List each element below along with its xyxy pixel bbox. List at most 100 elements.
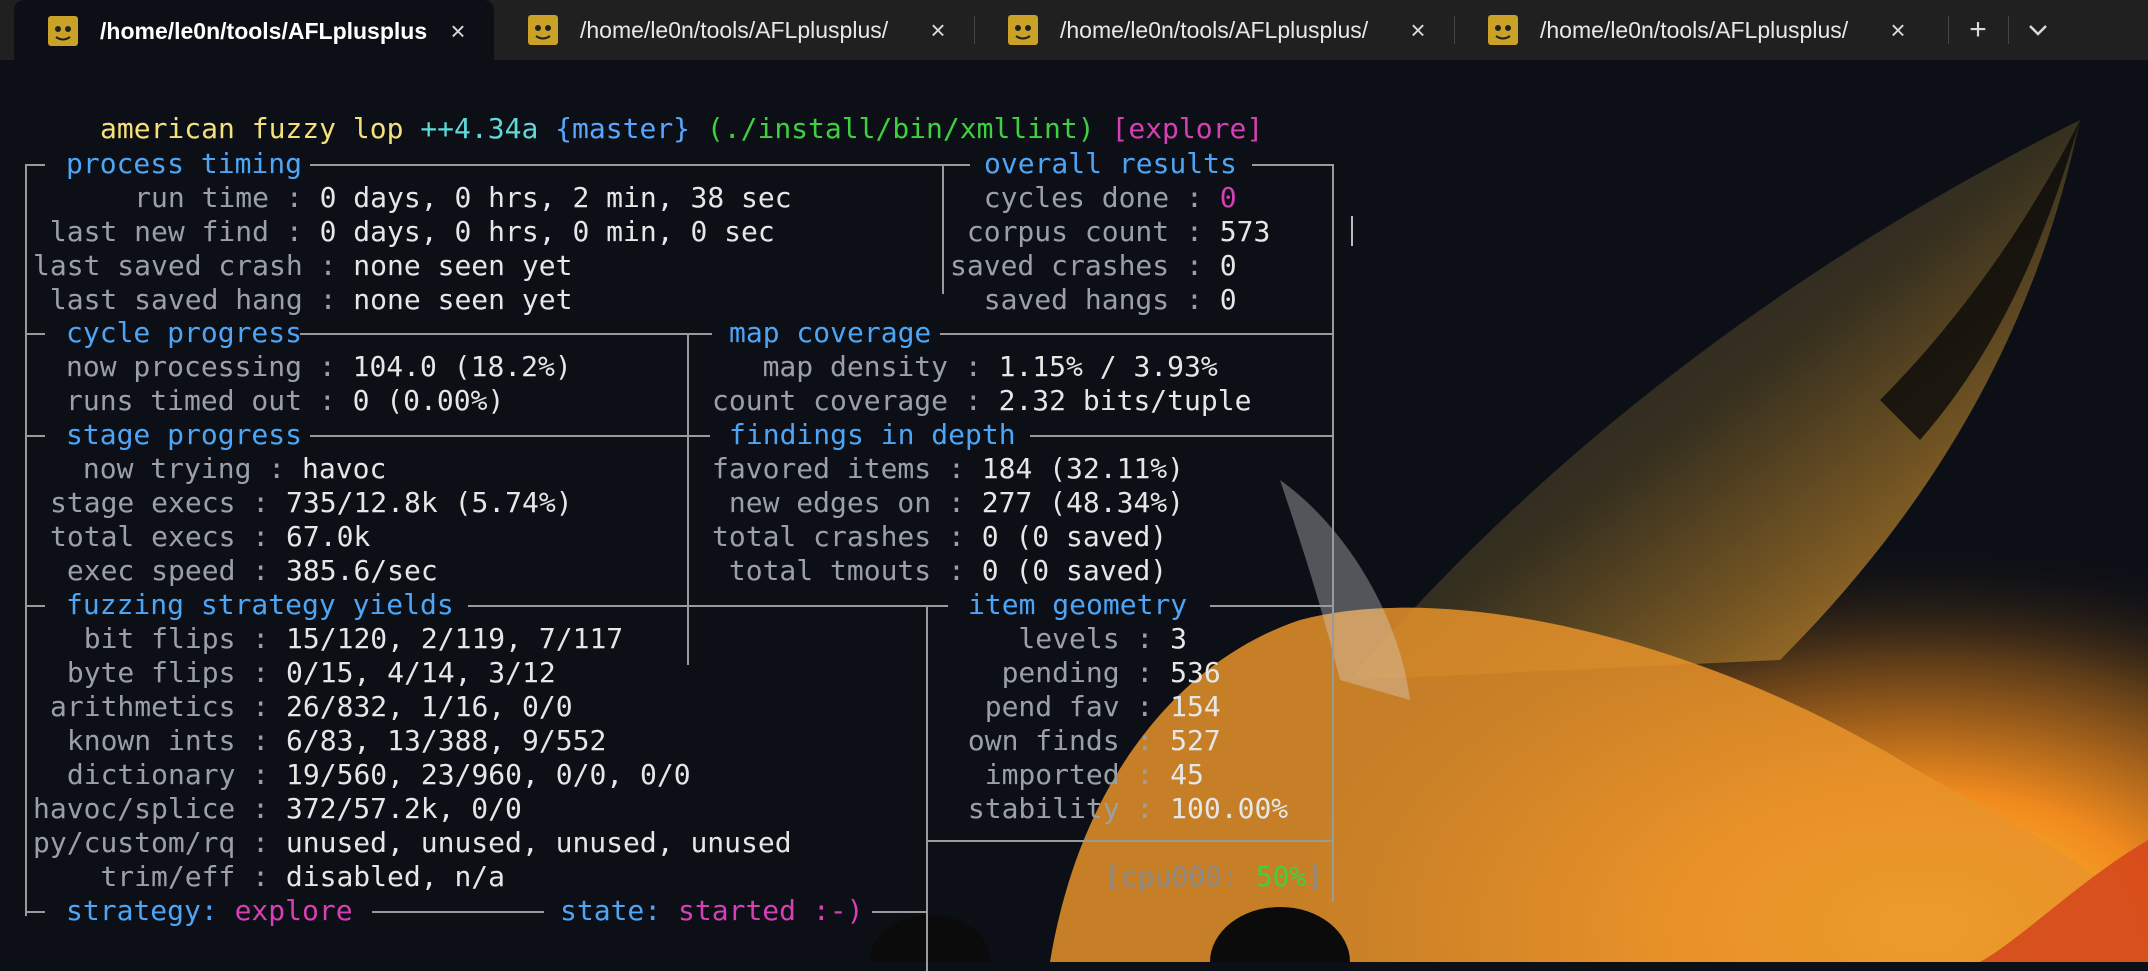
tab-title: /home/le0n/tools/AFLplusplus/ [580, 16, 889, 43]
tab-1[interactable]: /home/le0n/tools/AFLplusplus × [14, 0, 494, 62]
stat-row: stage execs : 735/12.8k (5.74%) [50, 486, 573, 519]
stat-value: 277 (48.34%) [981, 486, 1185, 519]
tab-bar: /home/le0n/tools/AFLplusplus × /home/le0… [0, 0, 2148, 62]
border-line [872, 911, 928, 913]
stat-row: saved hangs : 0 [950, 283, 1237, 316]
stat-row: count coverage : 2.32 bits/tuple [712, 384, 1252, 417]
stat-row: known ints : 6/83, 13/388, 9/552 [50, 724, 607, 757]
fuzzing-strategy-yields-header: fuzzing strategy yields [66, 588, 454, 621]
stat-row: byte flips : 0/15, 4/14, 3/12 [50, 656, 556, 689]
stat-label: saved crashes [950, 249, 1170, 282]
stat-label: bit flips [50, 622, 236, 655]
banner-mode: [explore] [1111, 112, 1264, 145]
stat-label: count coverage [712, 384, 949, 417]
stat-value: 1.15% / 3.93% [998, 350, 1218, 383]
stage-progress-header: stage progress [66, 418, 303, 451]
stat-row: arithmetics : 26/832, 1/16, 0/0 [50, 690, 573, 723]
stat-value: 573 [1219, 215, 1271, 248]
new-tab-button[interactable]: + [1950, 0, 2006, 60]
stat-row: cycles done : 0 [950, 181, 1237, 214]
stat-label: total execs [50, 520, 236, 553]
terminal-profile-icon [48, 16, 78, 46]
banner-version: ++4.34a [420, 112, 539, 145]
stat-row: imported : 45 [951, 758, 1204, 791]
stat-label: imported [951, 758, 1120, 791]
stat-label: own finds [951, 724, 1120, 757]
tab-title: /home/le0n/tools/AFLplusplus/ [1540, 16, 1849, 43]
text-cursor [1351, 216, 1353, 246]
stat-row: favored items : 184 (32.11%) [712, 452, 1185, 485]
stat-row: bit flips : 15/120, 2/119, 7/117 [50, 622, 624, 655]
overall-results-header: overall results [984, 147, 1237, 180]
close-icon[interactable]: × [1878, 15, 1918, 46]
stat-label: pending [951, 656, 1120, 689]
close-icon[interactable]: × [1398, 15, 1438, 46]
stat-value: none seen yet [353, 249, 573, 282]
border-line [468, 605, 948, 607]
stat-row: exec speed : 385.6/sec [50, 554, 438, 587]
tab-dropdown-button[interactable] [2010, 0, 2066, 60]
tab-2[interactable]: /home/le0n/tools/AFLplusplus/ × [494, 0, 974, 60]
chevron-down-icon [2029, 25, 2047, 36]
tab-4[interactable]: /home/le0n/tools/AFLplusplus/ × [1454, 0, 1934, 60]
strategy-status: strategy: explore [66, 894, 353, 928]
stat-value: 0/15, 4/14, 3/12 [286, 656, 556, 689]
item-geometry-header: item geometry [968, 588, 1188, 621]
stat-row: pending : 536 [951, 656, 1221, 689]
stat-row: trim/eff : disabled, n/a [33, 860, 506, 893]
stat-value: 100.00% [1170, 792, 1289, 825]
stat-label: runs timed out [66, 384, 303, 417]
stat-value: 2.32 bits/tuple [998, 384, 1252, 417]
border-line [1210, 605, 1334, 607]
stat-label: last saved hang [33, 283, 303, 316]
stat-label: exec speed [50, 554, 236, 587]
stat-value: havoc [302, 452, 387, 485]
map-coverage-header: map coverage [729, 316, 932, 349]
stat-label: cycles done [950, 181, 1170, 214]
stat-label: map density [712, 350, 949, 383]
stat-label: now trying [66, 452, 252, 485]
stat-row: corpus count : 573 [950, 215, 1271, 248]
stat-value: 45 [1170, 758, 1204, 791]
stat-row: stability : 100.00% [951, 792, 1289, 825]
stat-value: 6/83, 13/388, 9/552 [286, 724, 607, 757]
stat-row: last saved crash : none seen yet [33, 249, 573, 282]
process-timing-header: process timing [66, 147, 303, 180]
border-line [942, 164, 944, 294]
stat-row: own finds : 527 [951, 724, 1221, 757]
stat-row: now processing : 104.0 (18.2%) [66, 350, 572, 383]
stat-value: 0 (0 saved) [981, 520, 1168, 553]
strategy-label: strategy: [66, 894, 218, 927]
border-line [1030, 435, 1334, 437]
stat-label: saved hangs [950, 283, 1170, 316]
terminal-profile-icon [1008, 15, 1038, 45]
stat-value: none seen yet [353, 283, 573, 316]
border-line [25, 164, 45, 166]
stat-row: dictionary : 19/560, 23/960, 0/0, 0/0 [50, 758, 691, 791]
banner-target: (./install/bin/xmllint) [706, 112, 1095, 145]
stat-value: 154 [1170, 690, 1221, 723]
banner-app: american fuzzy lop [100, 112, 404, 145]
stat-row: run time : 0 days, 0 hrs, 2 min, 38 sec [33, 181, 792, 214]
stat-label: havoc/splice [33, 792, 236, 825]
tab-3[interactable]: /home/le0n/tools/AFLplusplus/ × [974, 0, 1454, 60]
stat-value: 527 [1170, 724, 1221, 757]
stat-value: 15/120, 2/119, 7/117 [286, 622, 624, 655]
close-icon[interactable]: × [918, 15, 958, 46]
stat-label: last saved crash [33, 249, 303, 282]
banner-branch: {master} [555, 112, 691, 145]
stat-label: favored items [712, 452, 932, 485]
border-line [926, 840, 1334, 842]
stat-value: 26/832, 1/16, 0/0 [286, 690, 573, 723]
close-icon[interactable]: × [438, 16, 478, 47]
stat-label: dictionary [50, 758, 236, 791]
stat-label: levels [951, 622, 1120, 655]
terminal-profile-icon [1488, 15, 1518, 45]
stat-value: 372/57.2k, 0/0 [285, 792, 522, 825]
border-line [25, 164, 27, 916]
cpu-value: 50% [1255, 860, 1307, 893]
border-line [310, 435, 710, 437]
border-line [1332, 164, 1334, 902]
terminal-pane[interactable]: american fuzzy lop ++4.34a {master} (./i… [0, 60, 2148, 971]
stat-value: 0 [1219, 181, 1237, 214]
